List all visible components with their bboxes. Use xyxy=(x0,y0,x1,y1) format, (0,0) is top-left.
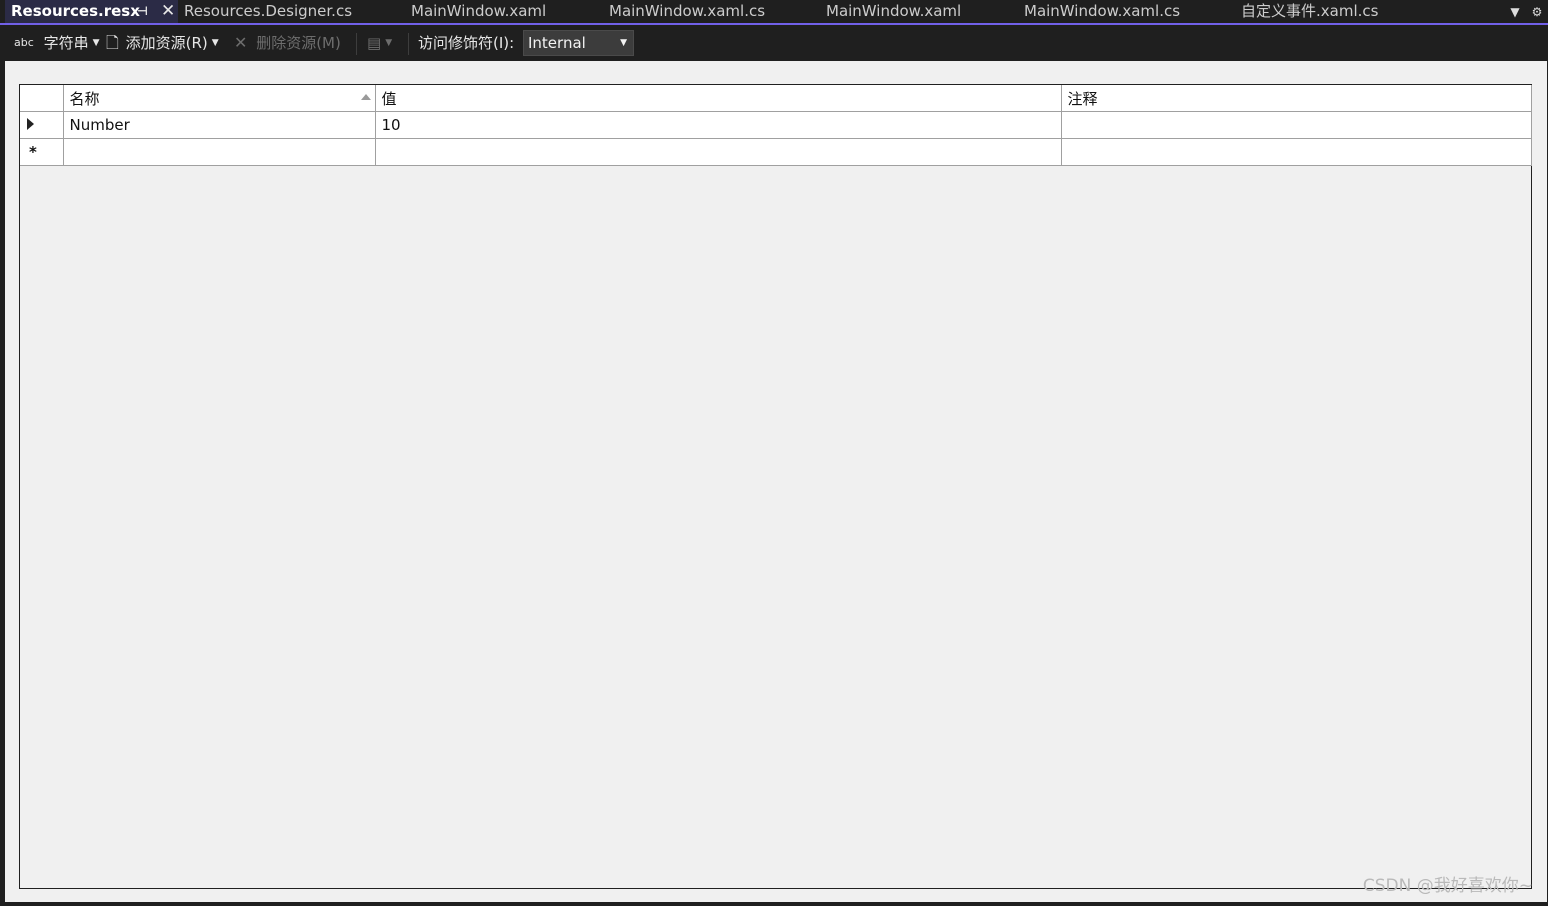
tab-resources-resx[interactable]: Resources.resx ⊣ ✕ xyxy=(5,0,178,23)
resource-table: 名称 值 注释 Number 10 * xyxy=(20,85,1532,166)
column-header-name[interactable]: 名称 xyxy=(62,85,376,112)
tab-label: 自定义事件.xaml.cs xyxy=(1241,2,1379,20)
tab-resources-designer[interactable]: Resources.Designer.cs xyxy=(178,0,400,23)
tab-mainwindow-xaml-cs-2[interactable]: MainWindow.xaml.cs xyxy=(1018,0,1228,23)
grid-view-icon: ▤ xyxy=(367,34,382,52)
watermark: CSDN @我好喜欢你~ xyxy=(1362,876,1533,896)
access-modifier-select[interactable]: Internal ▼ xyxy=(523,30,634,56)
chevron-down-icon: ▼ xyxy=(92,38,100,48)
strings-dropdown-button[interactable]: abc 字符串 ▼ xyxy=(14,32,100,54)
new-row-marker: * xyxy=(29,143,37,161)
resource-editor-toolbar: abc 字符串 ▼ 🗋 添加资源(R) ▼ ✕ 删除资源(M) ▤ ▼ 访问修饰符(I… xyxy=(0,25,1548,61)
toolbar-separator xyxy=(356,33,357,55)
resource-editor-content: 名称 值 注释 Number 10 * CSDN @我好喜欢你~ xyxy=(5,61,1547,902)
add-resource-button[interactable]: 🗋 添加资源(R) ▼ xyxy=(106,32,219,54)
tab-label: Resources.resx xyxy=(11,2,140,20)
add-resource-label: 添加资源(R) xyxy=(125,34,208,52)
view-dropdown-button[interactable]: ▤ ▼ xyxy=(367,32,392,54)
chevron-down-icon: ▼ xyxy=(620,38,627,48)
cell-name[interactable] xyxy=(62,138,376,166)
cell-comment[interactable] xyxy=(1060,111,1532,139)
tab-mainwindow-xaml-cs[interactable]: MainWindow.xaml.cs xyxy=(603,0,813,23)
close-icon[interactable]: ✕ xyxy=(161,0,175,23)
strings-label: 字符串 xyxy=(43,34,89,52)
cell-comment[interactable] xyxy=(1060,138,1532,166)
add-file-icon: 🗋 xyxy=(106,33,119,52)
chevron-down-icon: ▼ xyxy=(385,38,393,48)
tab-label: MainWindow.xaml.cs xyxy=(1024,2,1181,20)
resource-grid: 名称 值 注释 Number 10 * xyxy=(19,84,1532,889)
column-header-label: 注释 xyxy=(1067,89,1098,108)
tab-mainwindow-xaml-2[interactable]: MainWindow.xaml xyxy=(820,0,1012,23)
remove-resource-label: 删除资源(M) xyxy=(256,34,341,52)
delete-icon: ✕ xyxy=(234,33,248,52)
tab-label: Resources.Designer.cs xyxy=(184,2,353,20)
cell-value[interactable] xyxy=(374,138,1062,166)
toolbar-separator xyxy=(408,33,409,55)
tab-label: MainWindow.xaml.cs xyxy=(609,2,766,20)
cell-name[interactable]: Number xyxy=(62,111,376,139)
cell-value[interactable]: 10 xyxy=(374,111,1062,139)
tab-label: MainWindow.xaml xyxy=(411,2,547,20)
column-header-value[interactable]: 值 xyxy=(374,85,1062,112)
table-row[interactable]: Number 10 xyxy=(20,111,1532,139)
chevron-down-icon: ▼ xyxy=(211,38,219,48)
tab-label: MainWindow.xaml xyxy=(826,2,962,20)
pin-icon[interactable]: ⊣ xyxy=(137,0,148,23)
sort-ascending-icon xyxy=(360,94,371,100)
gear-icon[interactable]: ⚙ xyxy=(1529,3,1545,21)
document-tab-bar: Resources.resx ⊣ ✕ Resources.Designer.cs… xyxy=(0,0,1548,25)
row-header[interactable] xyxy=(20,111,64,139)
tab-custom-event-xaml-cs[interactable]: 自定义事件.xaml.cs xyxy=(1235,0,1430,23)
current-row-arrow-icon xyxy=(27,118,34,130)
abc-icon: abc xyxy=(14,36,34,49)
tab-mainwindow-xaml[interactable]: MainWindow.xaml xyxy=(405,0,597,23)
new-row[interactable]: * xyxy=(20,138,1532,166)
select-all-corner[interactable] xyxy=(20,85,64,112)
remove-resource-button[interactable]: ✕ 删除资源(M) xyxy=(234,32,341,54)
access-modifier-label: 访问修饰符(I): xyxy=(418,34,515,52)
tab-overflow-dropdown-icon[interactable]: ▼ xyxy=(1507,3,1523,21)
column-header-label: 值 xyxy=(381,89,397,108)
column-header-comment[interactable]: 注释 xyxy=(1060,85,1532,112)
access-modifier-value: Internal xyxy=(528,34,586,52)
column-header-label: 名称 xyxy=(69,89,100,108)
table-header-row: 名称 值 注释 xyxy=(20,85,1532,112)
row-header[interactable]: * xyxy=(20,138,64,166)
